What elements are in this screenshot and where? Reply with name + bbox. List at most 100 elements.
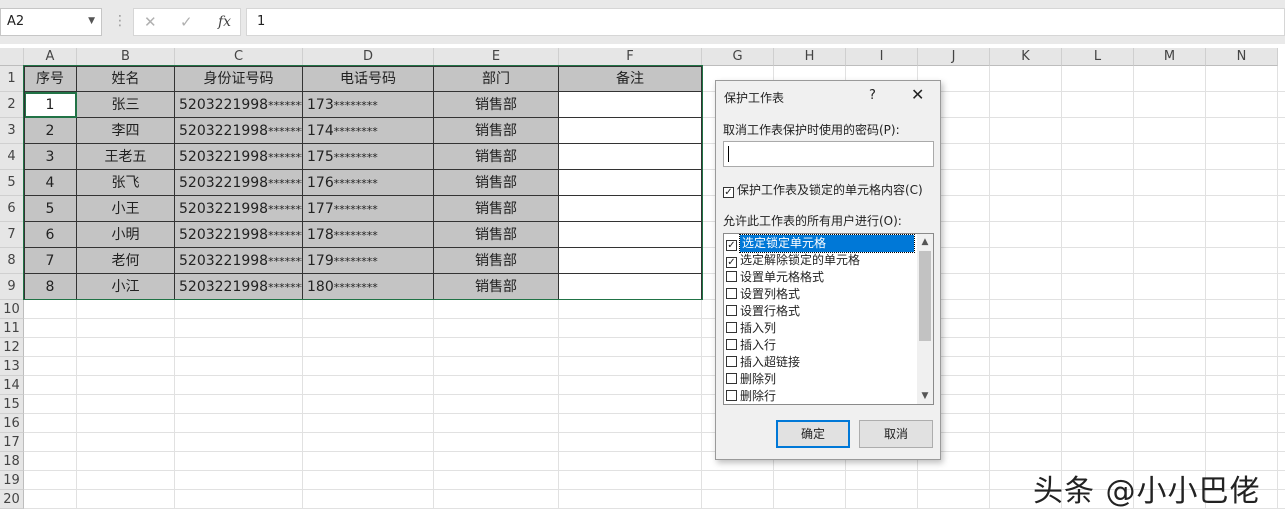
cell-id[interactable]: 5203221998******* [175,170,303,196]
checkbox-unchecked-icon[interactable] [726,339,737,350]
column-header-n[interactable]: N [1206,48,1278,66]
checkbox-checked-icon[interactable]: ✓ [726,257,737,268]
cell-name[interactable]: 小明 [77,222,175,248]
cell-dept[interactable]: 销售部 [434,118,559,144]
enter-icon[interactable]: ✓ [180,13,193,31]
permission-item[interactable]: 删除列 [726,371,776,388]
column-header-m[interactable]: M [1134,48,1206,66]
checkbox-unchecked-icon[interactable] [726,373,737,384]
ok-button[interactable]: 确定 [776,420,850,448]
row-header-17[interactable]: 17 [0,433,24,452]
row-header-9[interactable]: 9 [0,274,24,300]
row-header-11[interactable]: 11 [0,319,24,338]
cell-name[interactable]: 小王 [77,196,175,222]
cell-note[interactable] [559,248,702,274]
row-header-7[interactable]: 7 [0,222,24,248]
column-header-g[interactable]: G [702,48,774,66]
checkbox-unchecked-icon[interactable] [726,271,737,282]
cell-no[interactable]: 3 [24,144,77,170]
table-header-cell[interactable]: 身份证号码 [175,66,303,92]
cell-name[interactable]: 小江 [77,274,175,300]
column-header-l[interactable]: L [1062,48,1134,66]
list-scrollbar[interactable]: ▲ ▼ [917,234,933,404]
close-icon[interactable]: ✕ [911,85,924,104]
column-header-d[interactable]: D [303,48,434,66]
cell-phone[interactable]: 176******** [303,170,434,196]
permission-item[interactable]: 设置列格式 [726,286,800,303]
cell-name[interactable]: 老何 [77,248,175,274]
row-header-6[interactable]: 6 [0,196,24,222]
cell-note[interactable] [559,196,702,222]
column-header-c[interactable]: C [175,48,303,66]
table-header-cell[interactable]: 序号 [24,66,77,92]
formula-input[interactable]: 1 [246,8,1285,36]
cell-name[interactable]: 王老五 [77,144,175,170]
row-header-1[interactable]: 1 [0,66,24,92]
cell-dept[interactable]: 销售部 [434,144,559,170]
cell-phone[interactable]: 175******** [303,144,434,170]
row-header-19[interactable]: 19 [0,471,24,490]
row-header-13[interactable]: 13 [0,357,24,376]
checkbox-unchecked-icon[interactable] [726,390,737,401]
cell-id[interactable]: 5203221998******* [175,92,303,118]
row-header-18[interactable]: 18 [0,452,24,471]
permission-item[interactable]: 设置行格式 [726,303,800,320]
cell-id[interactable]: 5203221998******* [175,274,303,300]
cell-dept[interactable]: 销售部 [434,248,559,274]
row-header-8[interactable]: 8 [0,248,24,274]
active-cell-a2[interactable]: 1 [24,92,77,118]
password-input[interactable] [723,141,934,167]
cell-id[interactable]: 5203221998******* [175,196,303,222]
cell-phone[interactable]: 174******** [303,118,434,144]
permission-item[interactable]: ✓ 选定解除锁定的单元格 [726,252,860,269]
cell-dept[interactable]: 销售部 [434,274,559,300]
checkbox-unchecked-icon[interactable] [726,356,737,367]
checkbox-unchecked-icon[interactable] [726,322,737,333]
row-header-16[interactable]: 16 [0,414,24,433]
column-header-j[interactable]: J [918,48,990,66]
permission-item[interactable]: 插入列 [726,320,776,337]
cell-note[interactable] [559,118,702,144]
scroll-down-icon[interactable]: ▼ [917,388,933,404]
row-header-14[interactable]: 14 [0,376,24,395]
cell-no[interactable]: 7 [24,248,77,274]
row-header-10[interactable]: 10 [0,300,24,319]
cell-name[interactable]: 李四 [77,118,175,144]
table-header-cell[interactable]: 备注 [559,66,702,92]
cell-note[interactable] [559,92,702,118]
column-header-k[interactable]: K [990,48,1062,66]
table-header-cell[interactable]: 部门 [434,66,559,92]
cell-dept[interactable]: 销售部 [434,170,559,196]
table-header-cell[interactable]: 姓名 [77,66,175,92]
checkbox-unchecked-icon[interactable] [726,288,737,299]
name-box[interactable]: A2 ▼ [0,8,102,36]
cell-note[interactable] [559,222,702,248]
checkbox-checked-icon[interactable]: ✓ [723,187,734,198]
column-header-a[interactable]: A [24,48,77,66]
cancel-icon[interactable]: ✕ [144,13,157,31]
cell-name[interactable]: 张三 [77,92,175,118]
permission-item[interactable]: 删除行 [726,388,776,404]
cell-phone[interactable]: 180******** [303,274,434,300]
help-icon[interactable]: ? [869,88,876,103]
cell-id[interactable]: 5203221998******* [175,144,303,170]
permissions-list[interactable]: ▲ ▼ ✓ 选定锁定单元格 ✓ 选定解除锁定的单元格 设置单元格格式 设置列格式 设置行格式… [723,233,934,405]
cell-phone[interactable]: 178******** [303,222,434,248]
chevron-down-icon[interactable]: ▼ [88,16,95,26]
cell-no[interactable]: 5 [24,196,77,222]
cell-dept[interactable]: 销售部 [434,92,559,118]
select-all-corner[interactable] [0,48,24,66]
cancel-button[interactable]: 取消 [859,420,933,448]
cell-phone[interactable]: 173******** [303,92,434,118]
column-header-e[interactable]: E [434,48,559,66]
column-header-b[interactable]: B [77,48,175,66]
row-header-2[interactable]: 2 [0,92,24,118]
cell-no[interactable]: 2 [24,118,77,144]
row-header-4[interactable]: 4 [0,144,24,170]
cell-note[interactable] [559,144,702,170]
permission-item[interactable]: 设置单元格格式 [726,269,824,286]
row-header-5[interactable]: 5 [0,170,24,196]
table-header-cell[interactable]: 电话号码 [303,66,434,92]
cell-no[interactable]: 8 [24,274,77,300]
cell-dept[interactable]: 销售部 [434,222,559,248]
